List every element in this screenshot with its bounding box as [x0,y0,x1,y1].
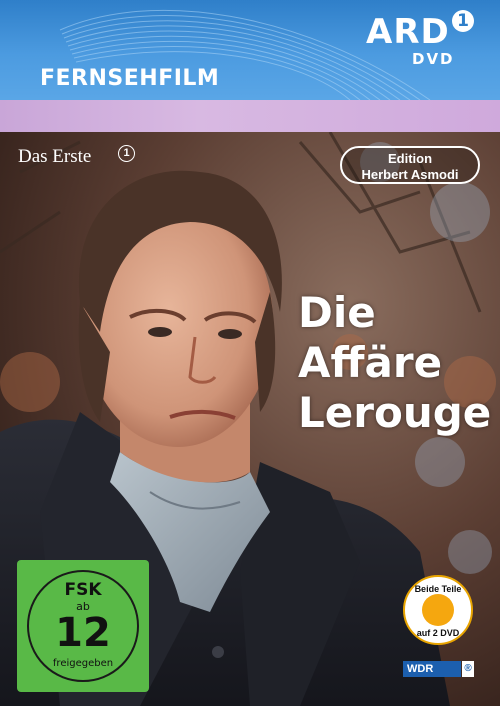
erste-one-logo: 1 [118,145,135,162]
format-label: DVD [412,50,455,68]
ard-one-logo: 1 [452,10,474,32]
sticker-bottom-text: auf 2 DVD [416,628,460,638]
ard-logo: ARD [366,12,450,52]
accent-strip [0,100,500,132]
fsk-age: 12 [55,610,111,656]
dvd-cover: FERNSEHFILM ARD 1 DVD Das Erste 1 Editio… [0,0,500,706]
wdr-registered-mark: ® [462,661,474,677]
movie-title: Die Affäre Lerouge [298,288,491,438]
edition-badge: Edition Herbert Asmodi [340,146,480,184]
two-dvd-sticker: Beide Teile auf 2 DVD [403,575,473,645]
broadcaster-logo: Das Erste [18,146,92,167]
wdr-logo: WDR [403,661,461,677]
series-label: FERNSEHFILM [40,66,220,91]
title-line-1: Die [298,288,376,337]
edition-line-1: Edition [387,151,433,166]
fsk-bottom-label: freigegeben [52,658,114,669]
sticker-top-text: Beide Teile [414,584,462,594]
fsk-rating-badge: FSK ab 12 freigegeben [17,560,149,692]
sticker-dot [422,594,454,626]
title-line-2: Affäre [298,338,443,387]
edition-line-2: Herbert Asmodi [361,167,459,182]
title-line-3: Lerouge [298,388,492,437]
header-band: FERNSEHFILM ARD 1 DVD [0,0,500,100]
fsk-top-label: FSK [64,580,102,600]
